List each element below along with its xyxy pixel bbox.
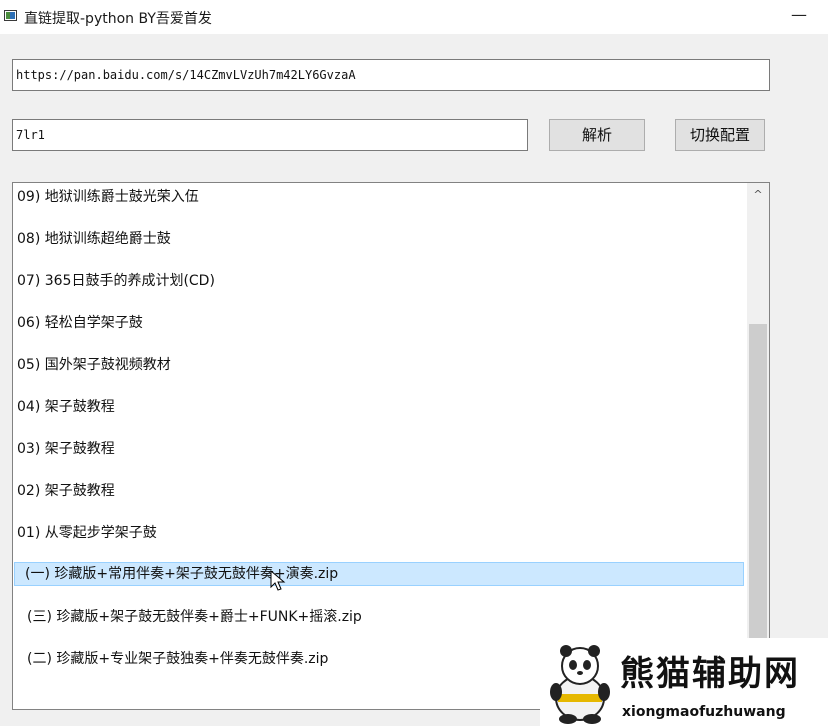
list-item[interactable]: 09) 地狱训练爵士鼓光荣入伍 — [17, 185, 199, 209]
file-list[interactable]: 09) 地狱训练爵士鼓光荣入伍 08) 地狱训练超绝爵士鼓 07) 365日鼓手… — [12, 182, 770, 710]
list-item[interactable]: 05) 国外架子鼓视频教材 — [17, 353, 171, 377]
list-item[interactable]: 02) 架子鼓教程 — [17, 479, 115, 503]
parse-button[interactable]: 解析 — [549, 119, 645, 151]
list-item[interactable]: 06) 轻松自学架子鼓 — [17, 311, 143, 335]
list-item[interactable]: 04) 架子鼓教程 — [17, 395, 115, 419]
list-item-selected[interactable]: (一) 珍藏版+常用伴奏+架子鼓无鼓伴奏+演奏.zip — [14, 562, 744, 586]
app-icon — [4, 10, 17, 21]
watermark-en-text: xiongmaofuzhuwang — [622, 704, 786, 720]
vertical-scrollbar[interactable]: ^ — [747, 183, 769, 709]
title-bar: 直链提取-python BY吾爱首发 — — [0, 0, 828, 34]
list-item[interactable]: (二) 珍藏版+专业架子鼓独奏+伴奏无鼓伴奏.zip — [27, 647, 328, 671]
mouse-pointer-icon — [270, 570, 286, 591]
minimize-button[interactable]: — — [790, 3, 808, 27]
extraction-code-input[interactable]: 7lr1 — [12, 119, 528, 151]
switch-config-button[interactable]: 切换配置 — [675, 119, 765, 151]
share-url-input[interactable]: https://pan.baidu.com/s/14CZmvLVzUh7m42L… — [12, 59, 770, 91]
list-item[interactable]: 08) 地狱训练超绝爵士鼓 — [17, 227, 171, 251]
list-item[interactable]: 01) 从零起步学架子鼓 — [17, 521, 157, 545]
panda-mascot-icon — [550, 645, 610, 724]
list-item[interactable]: 07) 365日鼓手的养成计划(CD) — [17, 269, 215, 293]
watermark-cn-text: 熊猫辅助网 — [620, 654, 800, 694]
list-item[interactable]: 03) 架子鼓教程 — [17, 437, 115, 461]
watermark: 熊猫辅助网 xiongmaofuzhuwang — [540, 638, 828, 726]
window-title: 直链提取-python BY吾爱首发 — [24, 11, 212, 27]
list-item[interactable]: (三) 珍藏版+架子鼓无鼓伴奏+爵士+FUNK+摇滚.zip — [27, 605, 362, 629]
scroll-up-arrow-icon[interactable]: ^ — [747, 185, 769, 205]
